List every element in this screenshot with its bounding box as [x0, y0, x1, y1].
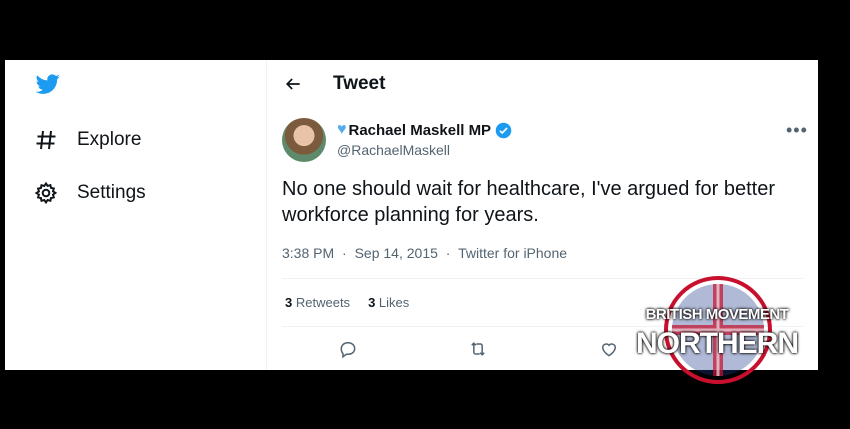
tweet-date[interactable]: Sep 14, 2015 [355, 245, 438, 261]
retweet-icon [471, 342, 485, 356]
tweet-text: No one should wait for healthcare, I've … [282, 178, 775, 226]
sidebar-item-label: Explore [77, 129, 142, 150]
sidebar-item-explore[interactable]: Explore [33, 125, 141, 155]
heart-icon [601, 343, 617, 357]
likes-count: 3 [368, 295, 376, 310]
retweets-stat[interactable]: 3 Retweets [285, 295, 350, 310]
watermark-text-line2: NORTHERN [636, 327, 799, 360]
reply-button[interactable] [337, 338, 359, 360]
likes-label: Likes [378, 295, 410, 310]
avatar[interactable] [282, 118, 326, 162]
separator-dot: · [342, 245, 347, 261]
tweet-source[interactable]: Twitter for iPhone [458, 245, 567, 261]
page-header: Tweet [267, 60, 818, 108]
reply-icon [340, 342, 356, 359]
hashtag-icon [33, 127, 59, 153]
arrow-left-icon [285, 78, 300, 90]
separator-dot: · [445, 245, 451, 261]
gear-icon [33, 180, 59, 206]
author-handle[interactable]: @RachaelMaskell [337, 142, 450, 158]
sidebar-item-label: Settings [77, 182, 146, 203]
author-name-text: Rachael Maskell MP [348, 121, 492, 139]
sidebar-item-settings[interactable]: Settings [33, 178, 146, 208]
blue-heart-icon: ♥ [337, 121, 347, 138]
tweet-time[interactable]: 3:38 PM [282, 245, 334, 261]
verified-badge-icon [495, 122, 512, 138]
retweets-label: Retweets [295, 295, 351, 310]
like-button[interactable] [598, 338, 620, 360]
page-title: Tweet [333, 73, 386, 94]
likes-stat[interactable]: 3 Likes [368, 295, 409, 310]
back-button[interactable] [281, 72, 305, 96]
watermark-text-line1: BRITISH MOVEMENT [645, 306, 789, 323]
sidebar: Explore Settings [5, 60, 267, 370]
twitter-logo-icon[interactable] [34, 72, 62, 96]
retweets-count: 3 [285, 295, 293, 310]
retweet-button[interactable] [467, 338, 489, 360]
more-options-icon[interactable]: ••• [786, 120, 808, 141]
author-name[interactable]: ♥ Rachael Maskell MP [337, 121, 512, 139]
tweet-stats: 3 Retweets 3 Likes [285, 295, 427, 310]
tweet-metadata: 3:38 PM · Sep 14, 2015 · Twitter for iPh… [282, 245, 567, 261]
